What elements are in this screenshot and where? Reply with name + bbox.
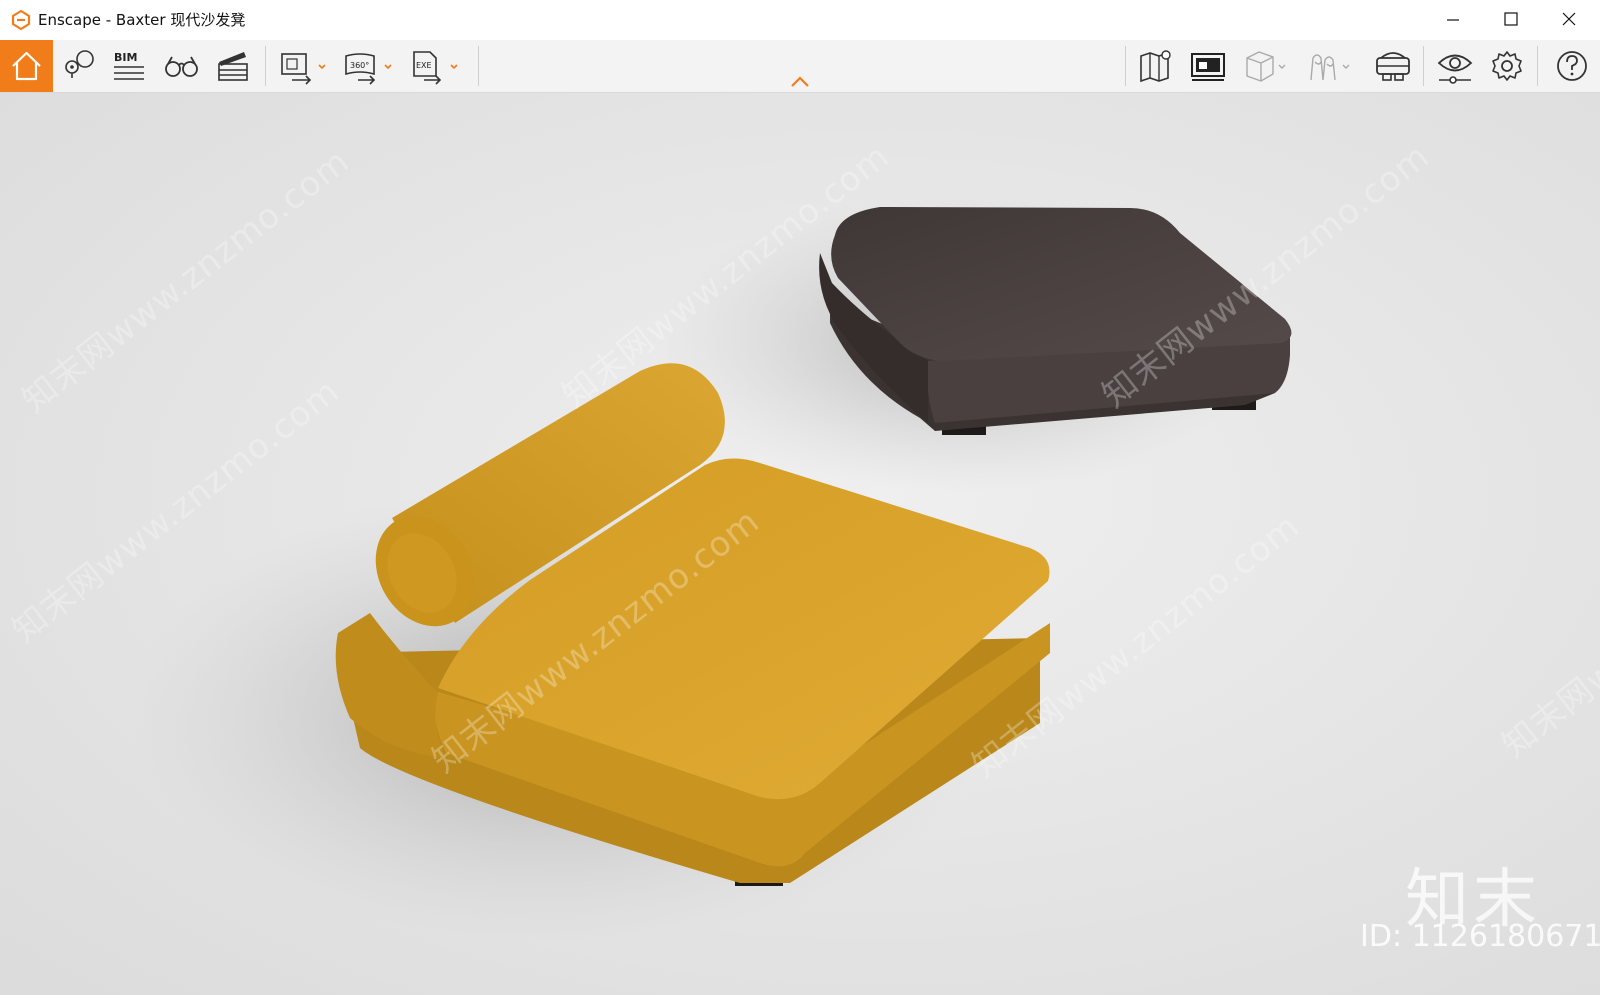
title-bar: Enscape - Baxter 现代沙发凳	[0, 0, 1600, 40]
binoculars-icon	[160, 40, 204, 92]
visual-settings-button[interactable]	[1433, 40, 1477, 92]
toolbar-separator	[478, 46, 479, 86]
export-image-icon	[276, 40, 336, 92]
materials-icon	[1305, 40, 1365, 92]
clapperboard-icon	[212, 40, 256, 92]
toolbar-separator	[265, 46, 266, 86]
screen-icon	[1187, 40, 1231, 92]
settings-button[interactable]	[1485, 40, 1529, 92]
minimize-button[interactable]	[1424, 0, 1482, 40]
export-exe-icon: EXE	[408, 40, 468, 92]
bim-icon: BIM	[108, 40, 152, 92]
help-button[interactable]	[1550, 40, 1594, 92]
cube-icon	[1239, 40, 1299, 92]
svg-text:EXE: EXE	[416, 61, 432, 70]
render-viewport[interactable]: 知末网www.znzmo.com 知末网www.znzmo.com 知末网www…	[0, 93, 1600, 995]
map-button[interactable]	[1135, 40, 1179, 92]
close-button[interactable]	[1540, 0, 1598, 40]
svg-text:360°: 360°	[350, 61, 369, 70]
asset-library-button[interactable]	[58, 40, 102, 92]
svg-text:BIM: BIM	[114, 51, 137, 64]
watermark-id: ID: 1126180671	[1360, 919, 1600, 954]
toolbar-separator	[1423, 46, 1424, 86]
collapse-toolbar-button[interactable]	[788, 72, 812, 90]
home-button[interactable]	[0, 40, 53, 92]
bim-button[interactable]: BIM	[108, 40, 152, 92]
maximize-button[interactable]	[1482, 0, 1540, 40]
screen-capture-button[interactable]	[1187, 40, 1231, 92]
help-icon	[1550, 40, 1594, 92]
enscape-logo-icon	[10, 9, 32, 31]
toolbar-separator	[1125, 46, 1126, 86]
gear-icon	[1485, 40, 1529, 92]
views-button[interactable]	[160, 40, 204, 92]
video-editor-button[interactable]	[212, 40, 256, 92]
toolbar-separator	[1537, 46, 1538, 86]
map-icon	[1135, 40, 1179, 92]
export-exe-button[interactable]: EXE	[408, 40, 468, 92]
cube-view-button[interactable]	[1239, 40, 1299, 92]
export-panorama-button[interactable]: 360°	[342, 40, 402, 92]
vr-button[interactable]	[1371, 40, 1415, 92]
chevron-up-icon	[788, 75, 812, 94]
export-image-button[interactable]	[276, 40, 336, 92]
export-360-icon: 360°	[342, 40, 402, 92]
materials-button[interactable]	[1305, 40, 1365, 92]
eye-icon	[1433, 40, 1477, 92]
vr-headset-icon	[1371, 40, 1415, 92]
pin-icon	[58, 40, 102, 92]
window-title: Enscape - Baxter 现代沙发凳	[38, 11, 246, 29]
